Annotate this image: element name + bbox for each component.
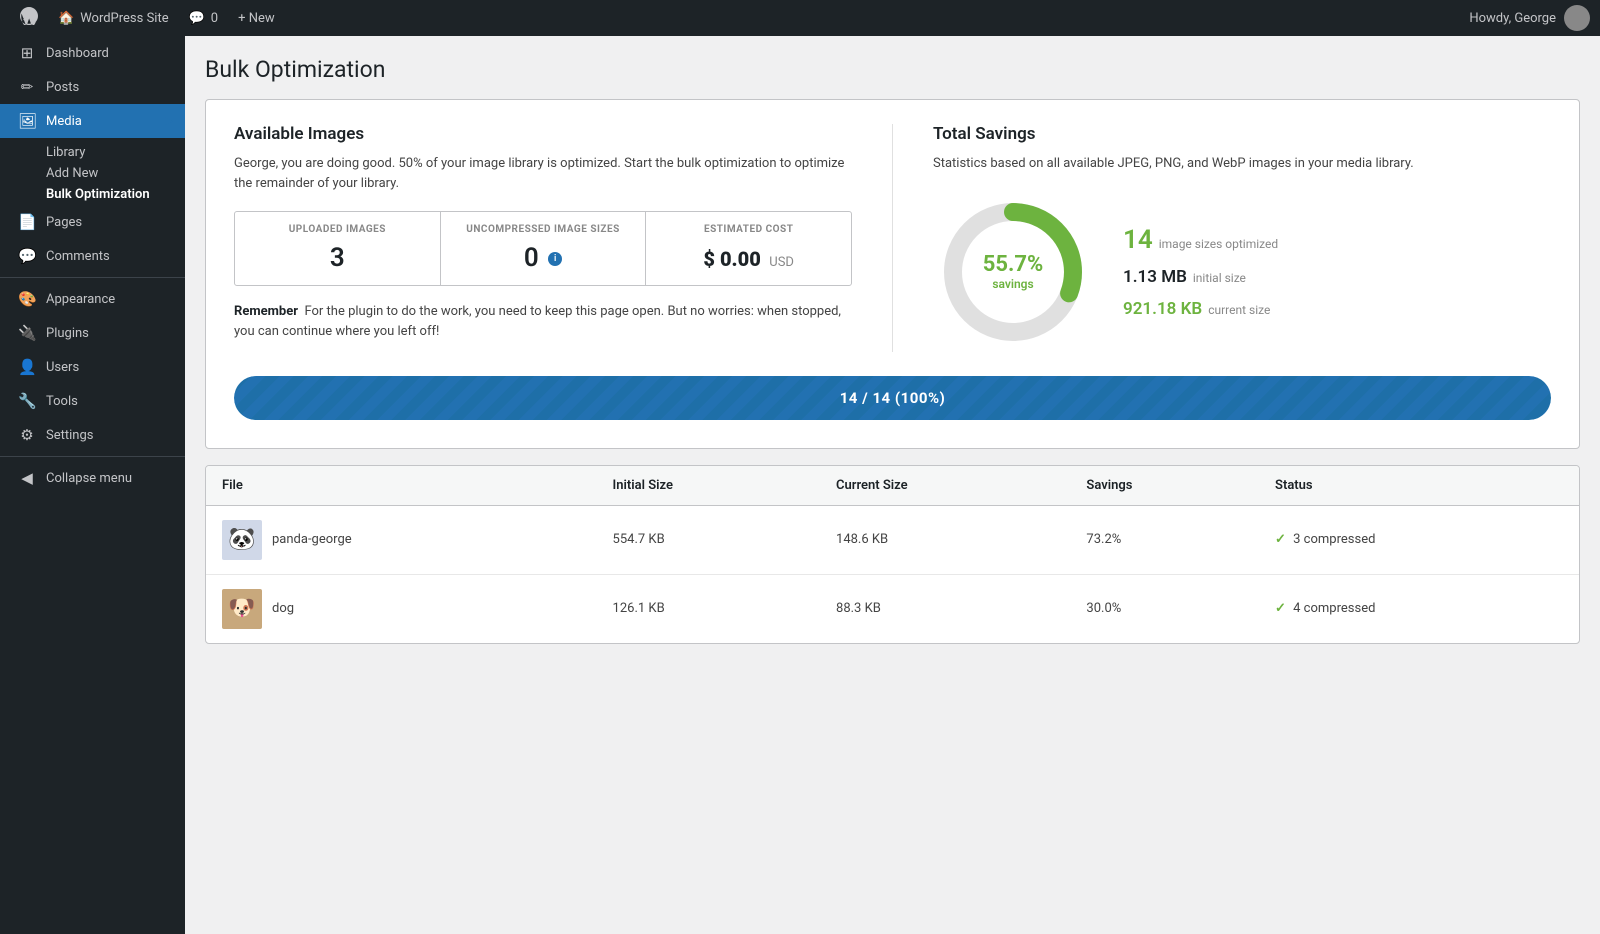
sidebar-item-plugins[interactable]: 🔌 Plugins [0, 316, 185, 350]
optimized-desc: image sizes optimized [1159, 237, 1278, 251]
file-thumbnail: 🐼 [222, 520, 262, 560]
settings-icon: ⚙ [18, 426, 36, 444]
uploaded-images-stat: UPLOADED IMAGES 3 [235, 212, 441, 285]
progress-bar: 14 / 14 (100%) [234, 376, 1551, 420]
donut-label: savings [983, 277, 1044, 291]
sidebar-item-dashboard[interactable]: ⊞ Dashboard [0, 36, 185, 70]
col-header-status: Status [1259, 466, 1579, 506]
initial-size-desc: initial size [1193, 271, 1246, 285]
status-check-icon: ✓ [1275, 532, 1286, 547]
total-savings-description: Statistics based on all available JPEG, … [933, 154, 1551, 174]
table-row: 🐶 dog 126.1 KB 88.3 KB 30.0% ✓ 4 compres… [206, 574, 1579, 643]
savings-stat-optimized: 14 image sizes optimized [1123, 225, 1278, 255]
plugins-icon: 🔌 [18, 324, 36, 342]
sidebar-item-tools[interactable]: 🔧 Tools [0, 384, 185, 418]
available-images-title: Available Images [234, 124, 852, 144]
user-avatar [1564, 5, 1590, 31]
stats-row: UPLOADED IMAGES 3 UNCOMPRESSED IMAGE SIZ… [234, 211, 852, 286]
sidebar-item-settings[interactable]: ⚙ Settings [0, 418, 185, 452]
status-check-icon: ✓ [1275, 601, 1286, 616]
uncompressed-sizes-stat: UNCOMPRESSED IMAGE SIZES 0 i [441, 212, 647, 285]
progress-text: 14 / 14 (100%) [840, 389, 946, 407]
status-cell: ✓ 3 compressed [1259, 505, 1579, 574]
available-images-description: George, you are doing good. 50% of your … [234, 154, 852, 193]
table-row: 🐼 panda-george 554.7 KB 148.6 KB 73.2% ✓… [206, 505, 1579, 574]
wp-logo-icon [20, 7, 38, 30]
appearance-icon: 🎨 [18, 290, 36, 308]
initial-size-cell: 126.1 KB [597, 574, 820, 643]
collapse-menu-button[interactable]: ◀ Collapse menu [0, 461, 185, 495]
sidebar-item-users[interactable]: 👤 Users [0, 350, 185, 384]
users-icon: 👤 [18, 358, 36, 376]
media-icon: 🖼 [18, 112, 36, 130]
dashboard-icon: ⊞ [18, 44, 36, 62]
file-cell: 🐶 dog [206, 574, 597, 643]
file-name: dog [272, 601, 294, 616]
sidebar-item-comments[interactable]: 💬 Comments [0, 239, 185, 273]
current-size-value: 921.18 KB [1123, 299, 1202, 319]
comments-bubble-icon: 💬 [18, 247, 36, 265]
initial-size-value: 1.13 MB [1123, 267, 1187, 287]
donut-chart: 55.7% savings [933, 192, 1093, 352]
savings-cell: 30.0% [1070, 574, 1259, 643]
estimated-cost-stat: ESTIMATED COST $ 0.00 USD [646, 212, 851, 285]
sidebar-sub-library[interactable]: Library [0, 142, 185, 163]
available-images-section: Available Images George, you are doing g… [234, 124, 893, 352]
col-header-savings: Savings [1070, 466, 1259, 506]
col-header-initial-size: Initial Size [597, 466, 820, 506]
wp-logo[interactable] [10, 0, 48, 36]
current-size-cell: 88.3 KB [820, 574, 1070, 643]
sidebar-item-appearance[interactable]: 🎨 Appearance [0, 282, 185, 316]
admin-bar: 🏠 WordPress Site 💬 0 + New Howdy, George [0, 0, 1600, 36]
col-header-current-size: Current Size [820, 466, 1070, 506]
file-name: panda-george [272, 532, 352, 547]
current-size-desc: current size [1208, 303, 1270, 317]
adminbar-user: Howdy, George [1469, 5, 1590, 31]
current-size-cell: 148.6 KB [820, 505, 1070, 574]
file-thumbnail: 🐶 [222, 589, 262, 629]
file-table-card: File Initial Size Current Size Savings S… [205, 465, 1580, 644]
collapse-icon: ◀ [18, 469, 36, 487]
sidebar-item-pages[interactable]: 📄 Pages [0, 205, 185, 239]
new-content-button[interactable]: + New [228, 0, 285, 36]
progress-section: 14 / 14 (100%) [206, 376, 1579, 448]
table-header-row: File Initial Size Current Size Savings S… [206, 466, 1579, 506]
savings-stat-current: 921.18 KB current size [1123, 299, 1278, 319]
total-savings-section: Total Savings Statistics based on all av… [893, 124, 1551, 352]
file-table: File Initial Size Current Size Savings S… [206, 466, 1579, 643]
initial-size-cell: 554.7 KB [597, 505, 820, 574]
bulk-optimization-card: Available Images George, you are doing g… [205, 99, 1580, 449]
home-icon: 🏠 [58, 11, 74, 26]
savings-cell: 73.2% [1070, 505, 1259, 574]
media-submenu: Library Add New Bulk Optimization [0, 138, 185, 205]
total-savings-title: Total Savings [933, 124, 1551, 144]
col-header-file: File [206, 466, 597, 506]
posts-icon: ✏ [18, 78, 36, 96]
info-icon[interactable]: i [548, 252, 562, 266]
savings-stat-initial: 1.13 MB initial size [1123, 267, 1278, 287]
status-label: 3 compressed [1293, 532, 1375, 547]
pages-icon: 📄 [18, 213, 36, 231]
comments-icon: 💬 [189, 11, 205, 26]
tools-icon: 🔧 [18, 392, 36, 410]
status-cell: ✓ 4 compressed [1259, 574, 1579, 643]
site-name[interactable]: 🏠 WordPress Site [48, 0, 179, 36]
savings-content: 55.7% savings 14 image sizes optimized [933, 192, 1551, 352]
file-cell: 🐼 panda-george [206, 505, 597, 574]
chevron-right-icon: ▶ [165, 116, 173, 127]
sidebar: ⊞ Dashboard ✏ Posts 🖼 Media ▶ Library Ad… [0, 36, 185, 934]
page-title: Bulk Optimization [205, 56, 1580, 83]
remember-box: Remember For the plugin to do the work, … [234, 302, 852, 341]
sidebar-item-media[interactable]: 🖼 Media ▶ [0, 104, 185, 138]
donut-percent: 55.7% [983, 252, 1044, 276]
optimized-count: 14 [1123, 225, 1153, 255]
sidebar-item-posts[interactable]: ✏ Posts [0, 70, 185, 104]
sidebar-sub-bulkoptimization[interactable]: Bulk Optimization [0, 184, 185, 205]
savings-stats: 14 image sizes optimized 1.13 MB initial… [1123, 225, 1278, 319]
donut-center-text: 55.7% savings [983, 252, 1044, 290]
comments-link[interactable]: 💬 0 [179, 0, 229, 36]
sidebar-sub-addnew[interactable]: Add New [0, 163, 185, 184]
main-content: Bulk Optimization Available Images Georg… [185, 36, 1600, 934]
status-label: 4 compressed [1293, 601, 1375, 616]
